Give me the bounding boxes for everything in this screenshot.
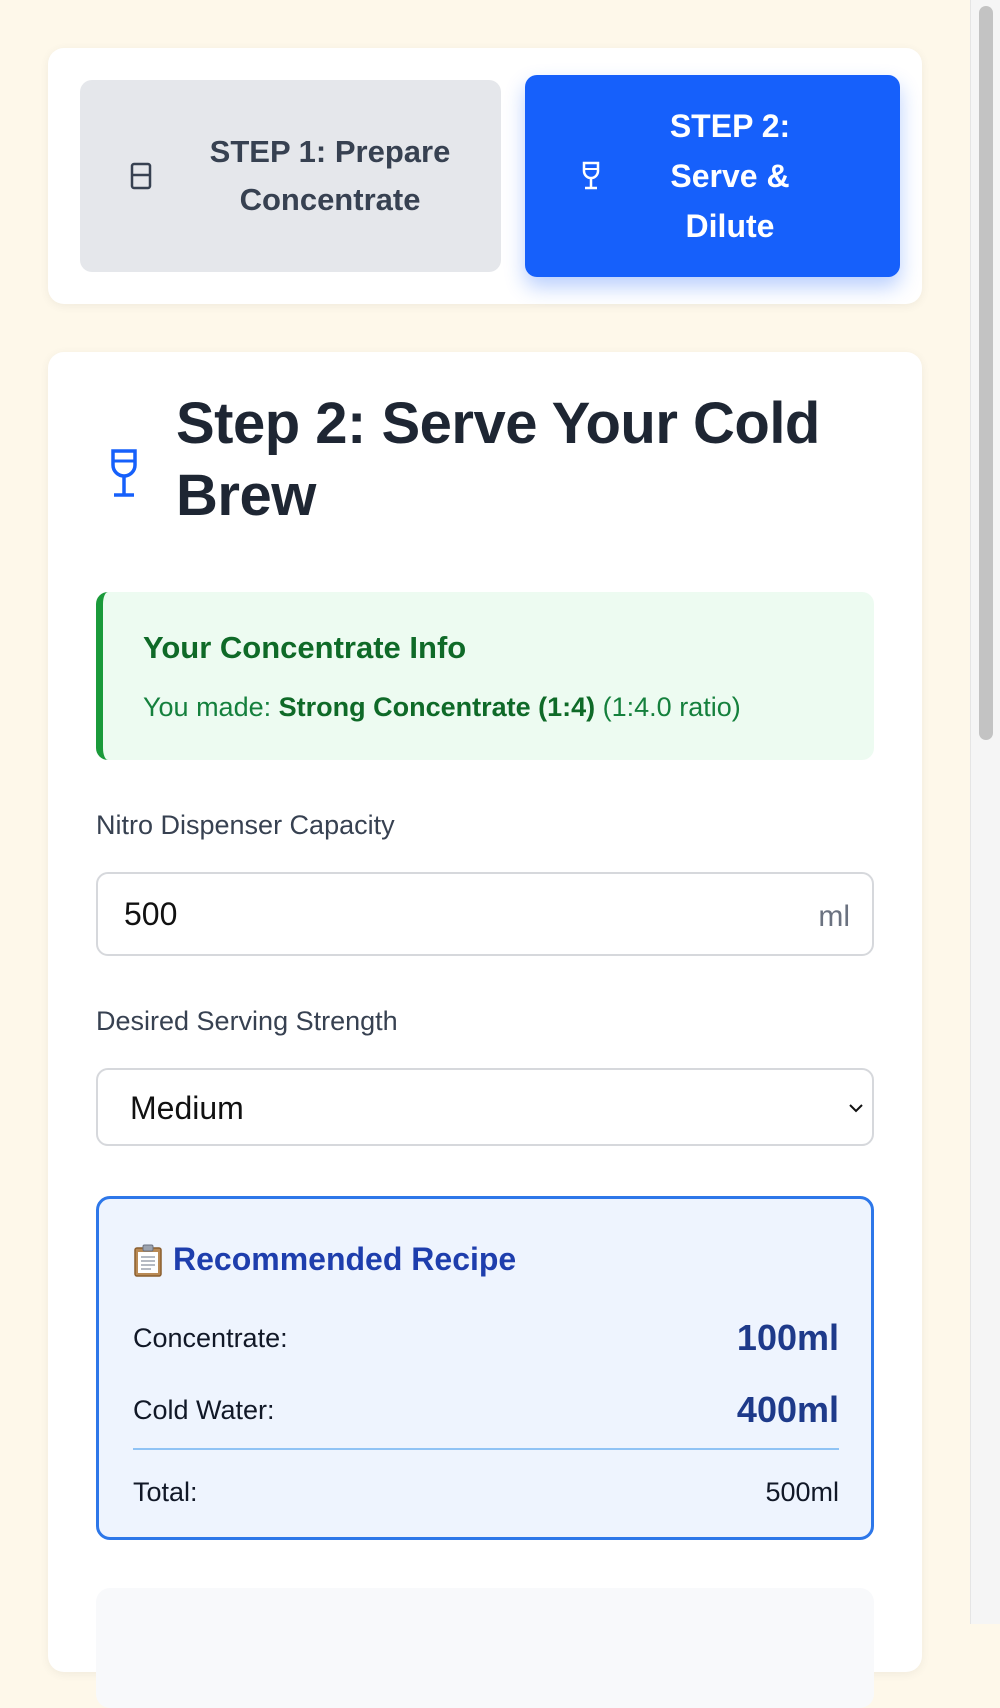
scrollbar-thumb[interactable] xyxy=(979,6,993,740)
concentrate-info-prefix: You made: xyxy=(143,692,279,722)
recipe-row-concentrate: Concentrate: 100ml xyxy=(133,1313,839,1363)
recipe-row-water: Cold Water: 400ml xyxy=(133,1385,839,1435)
concentrate-info-box: Your Concentrate Info You made: Strong C… xyxy=(96,592,874,760)
strength-select[interactable]: Medium xyxy=(96,1068,874,1146)
wine-glass-icon xyxy=(108,448,140,500)
recipe-box: Recommended Recipe Concentrate: 100ml Co… xyxy=(96,1196,874,1540)
capacity-label: Nitro Dispenser Capacity xyxy=(96,810,395,840)
total-label: Total: xyxy=(133,1476,198,1507)
recipe-row-total: Total: 500ml xyxy=(133,1467,839,1517)
concentrate-value: 100ml xyxy=(736,1317,839,1358)
capacity-input[interactable]: 500 ml xyxy=(96,872,874,956)
capacity-unit: ml xyxy=(818,900,850,933)
step-selector: STEP 1: Prepare Concentrate STEP 2: Serv… xyxy=(48,48,922,304)
tab-step-2-label: STEP 2: Serve & Dilute xyxy=(669,108,791,244)
next-section-box xyxy=(96,1588,874,1708)
chevron-down-icon xyxy=(846,1098,866,1118)
serve-panel: Step 2: Serve Your Cold Brew Your Concen… xyxy=(48,352,922,1708)
water-value: 400ml xyxy=(736,1389,839,1430)
concentrate-info-line: You made: Strong Concentrate (1:4) (1:4.… xyxy=(143,692,741,723)
concentrate-info-title: Your Concentrate Info xyxy=(143,630,467,665)
tab-step-1-label: STEP 1: Prepare Concentrate xyxy=(209,134,451,217)
capacity-value: 500 xyxy=(124,896,178,932)
cup-icon xyxy=(130,162,152,190)
concentrate-name: Strong Concentrate (1:4) xyxy=(278,692,596,722)
concentrate-ratio: (1:4.0 ratio) xyxy=(602,692,741,722)
tab-step-2[interactable]: STEP 2: Serve & Dilute xyxy=(525,75,900,277)
strength-label: Desired Serving Strength xyxy=(96,1006,398,1036)
water-label: Cold Water: xyxy=(133,1394,275,1425)
recipe-title-row: Recommended Recipe xyxy=(133,1241,516,1278)
recipe-divider xyxy=(133,1448,839,1450)
concentrate-label: Concentrate: xyxy=(133,1322,288,1353)
scrollbar[interactable] xyxy=(970,0,1000,1624)
page-title: Step 2: Serve Your Cold Brew xyxy=(176,391,820,528)
tab-step-1[interactable]: STEP 1: Prepare Concentrate xyxy=(80,80,501,272)
clipboard-icon xyxy=(133,1243,163,1277)
recipe-title: Recommended Recipe xyxy=(173,1241,517,1277)
total-value: 500ml xyxy=(765,1476,839,1507)
strength-value: Medium xyxy=(130,1090,244,1126)
wine-glass-icon xyxy=(580,161,602,191)
